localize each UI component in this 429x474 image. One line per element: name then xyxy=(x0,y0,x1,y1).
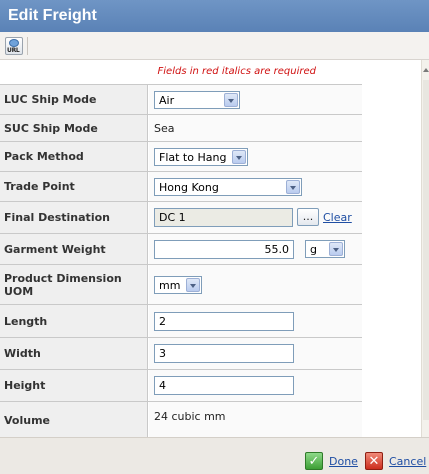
required-fields-note: Fields in red italics are required xyxy=(157,66,316,77)
garment-weight-label: Garment Weight xyxy=(0,234,148,264)
row-volume: Volume 24 cubic mm xyxy=(0,402,362,440)
row-suc-ship-mode: SUC Ship Mode Sea xyxy=(0,115,362,142)
check-icon[interactable]: ✓ xyxy=(305,452,323,470)
garment-weight-input[interactable]: 55.0 xyxy=(154,240,294,259)
row-luc-ship-mode: LUC Ship Mode Air xyxy=(0,85,362,115)
dialog-footer: ✓ Done ✕ Cancel xyxy=(0,437,429,474)
chevron-down-icon[interactable] xyxy=(232,150,246,164)
row-trade-point: Trade Point Hong Kong xyxy=(0,172,362,202)
chevron-down-icon[interactable] xyxy=(286,180,300,194)
dimension-uom-select[interactable]: mm xyxy=(154,276,202,294)
pack-method-value: Flat to Hang xyxy=(159,151,227,164)
length-input[interactable]: 2 xyxy=(154,312,294,331)
row-height: Height 4 xyxy=(0,370,362,402)
volume-value: 24 cubic mm xyxy=(154,410,226,423)
weight-unit-select[interactable]: g xyxy=(305,240,345,258)
clear-link[interactable]: Clear xyxy=(323,211,352,224)
width-label: Width xyxy=(0,338,148,369)
url-icon[interactable]: URL xyxy=(5,37,23,55)
vertical-scrollbar[interactable] xyxy=(421,60,429,437)
chevron-down-icon[interactable] xyxy=(186,278,200,292)
freight-form: LUC Ship Mode Air SUC Ship Mode Sea Pack… xyxy=(0,84,362,440)
window-title: Edit Freight xyxy=(0,0,429,32)
scroll-up-icon[interactable] xyxy=(422,66,429,76)
row-width: Width 3 xyxy=(0,338,362,370)
url-button-text: URL xyxy=(7,47,20,54)
trade-point-select[interactable]: Hong Kong xyxy=(154,178,302,196)
trade-point-value: Hong Kong xyxy=(159,181,219,194)
close-icon[interactable]: ✕ xyxy=(365,452,383,470)
cancel-button[interactable]: Cancel xyxy=(389,455,426,468)
pack-method-select[interactable]: Flat to Hang xyxy=(154,148,248,166)
done-button[interactable]: Done xyxy=(329,455,358,468)
luc-ship-mode-value: Air xyxy=(159,94,175,107)
globe-icon xyxy=(9,39,19,47)
final-destination-input[interactable]: DC 1 xyxy=(154,208,293,227)
suc-ship-mode-label: SUC Ship Mode xyxy=(0,115,148,141)
toolbar: URL xyxy=(0,32,429,60)
luc-ship-mode-select[interactable]: Air xyxy=(154,91,240,109)
product-dimension-uom-label: Product Dimension UOM xyxy=(0,265,148,304)
chevron-down-icon[interactable] xyxy=(224,93,238,107)
row-final-destination: Final Destination DC 1 ... Clear xyxy=(0,202,362,234)
trade-point-label: Trade Point xyxy=(0,172,148,201)
height-label: Height xyxy=(0,370,148,401)
chevron-down-icon[interactable] xyxy=(329,242,343,256)
browse-button[interactable]: ... xyxy=(297,208,319,226)
row-garment-weight: Garment Weight 55.0 g xyxy=(0,234,362,265)
final-destination-label: Final Destination xyxy=(0,202,148,233)
volume-label: Volume xyxy=(0,402,148,439)
dimension-uom-value: mm xyxy=(159,279,181,292)
luc-ship-mode-label: LUC Ship Mode xyxy=(0,85,148,114)
scroll-track[interactable] xyxy=(423,80,429,420)
length-label: Length xyxy=(0,305,148,337)
suc-ship-mode-value: Sea xyxy=(154,122,175,135)
weight-unit-value: g xyxy=(310,243,317,256)
height-input[interactable]: 4 xyxy=(154,376,294,395)
row-pack-method: Pack Method Flat to Hang xyxy=(0,142,362,172)
toolbar-divider xyxy=(27,37,28,55)
row-product-dimension-uom: Product Dimension UOM mm xyxy=(0,265,362,305)
pack-method-label: Pack Method xyxy=(0,142,148,171)
row-length: Length 2 xyxy=(0,305,362,338)
width-input[interactable]: 3 xyxy=(154,344,294,363)
